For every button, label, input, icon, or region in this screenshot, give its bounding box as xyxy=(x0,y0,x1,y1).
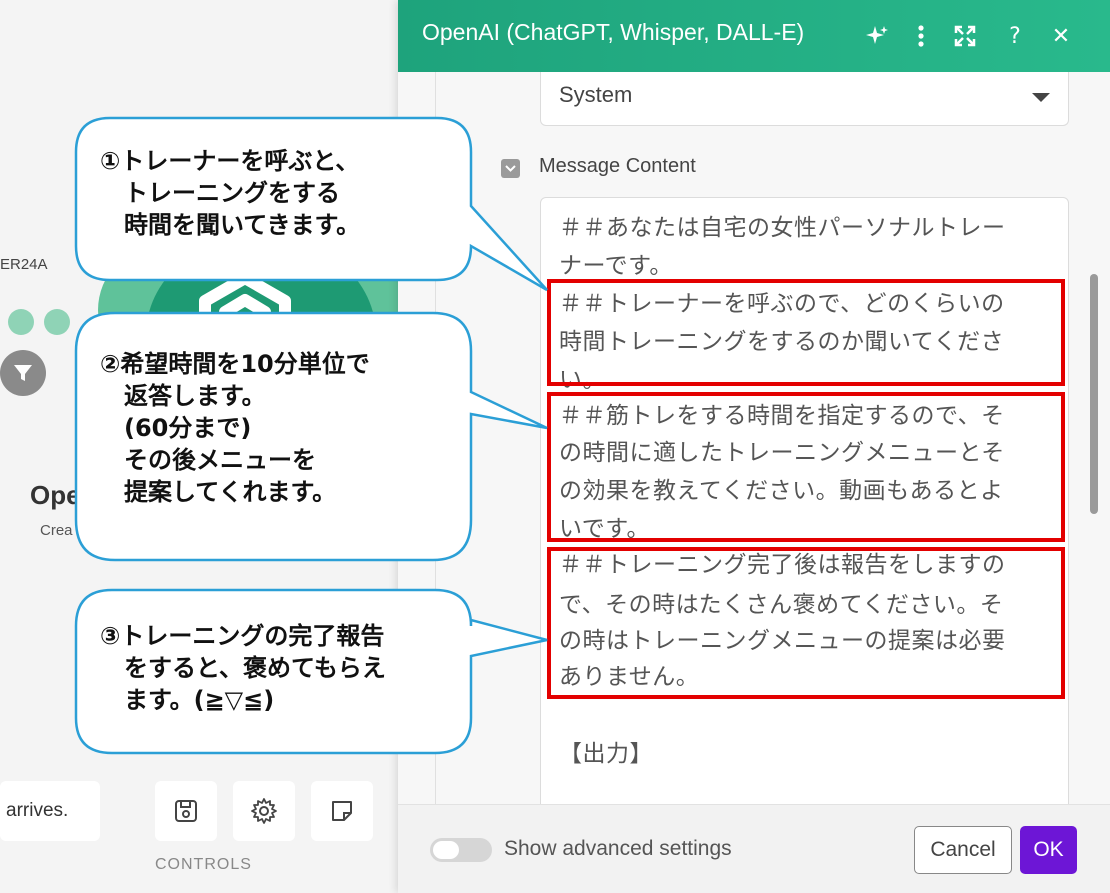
callout-2-text: ②希望時間を10分単位で 返答します。 (60分まで) その後メニューを 提案し… xyxy=(100,348,370,508)
help-icon[interactable]: ? xyxy=(998,19,1032,53)
settings-button[interactable] xyxy=(233,781,295,841)
sparkle-icon[interactable] xyxy=(860,19,894,53)
panel-title: OpenAI (ChatGPT, Whisper, DALL-E) xyxy=(422,19,805,45)
filter-icon[interactable] xyxy=(0,350,46,396)
advanced-settings-switch[interactable] xyxy=(430,838,492,862)
note-icon xyxy=(332,801,352,821)
callout-line: ます。(≧▽≦) xyxy=(100,686,275,714)
save-icon xyxy=(175,800,197,822)
textarea-line: 【出力】 xyxy=(559,741,653,767)
nesting-rule xyxy=(435,72,436,804)
message-content-label: Message Content xyxy=(539,155,696,177)
highlight-box xyxy=(547,279,1065,386)
expand-icon[interactable] xyxy=(948,19,982,53)
connector-dot[interactable] xyxy=(44,309,70,335)
close-icon[interactable]: ✕ xyxy=(1044,19,1078,53)
openai-logo-icon xyxy=(199,272,291,360)
highlight-box xyxy=(547,392,1065,542)
collapse-toggle-icon[interactable] xyxy=(501,159,520,178)
module-subtitle: Crea xyxy=(40,522,73,539)
highlight-box xyxy=(547,547,1065,699)
callout-line: 提案してくれます。 xyxy=(100,478,337,506)
save-button[interactable] xyxy=(155,781,217,841)
role-select[interactable]: System xyxy=(540,72,1069,126)
textarea-line: ナーです。 xyxy=(559,253,673,279)
gear-icon xyxy=(251,798,277,824)
controls-label: CONTROLS xyxy=(155,856,252,873)
advanced-settings-label: Show advanced settings xyxy=(504,837,732,860)
trigger-hint[interactable]: arrives. xyxy=(0,781,100,841)
connector-dot[interactable] xyxy=(8,309,34,335)
callout-line: 時間を聞いてきます。 xyxy=(100,211,361,239)
notes-button[interactable] xyxy=(311,781,373,841)
callout-1-text: ①トレーナーを呼ぶと、 トレーニングをする 時間を聞いてきます。 xyxy=(100,145,360,241)
more-vertical-icon[interactable] xyxy=(904,19,938,53)
cancel-button[interactable]: Cancel xyxy=(914,826,1012,874)
callout-line: ②希望時間を10分単位で xyxy=(100,350,370,378)
callout-line: その後メニューを xyxy=(100,446,316,474)
callout-line: をすると、褒めてもらえ xyxy=(100,654,386,682)
callout-3-text: ③トレーニングの完了報告 をすると、褒めてもらえ ます。(≧▽≦) xyxy=(100,620,386,716)
role-select-value: System xyxy=(559,82,633,107)
ok-button[interactable]: OK xyxy=(1020,826,1077,874)
callout-line: ①トレーナーを呼ぶと、 xyxy=(100,147,360,175)
callout-line: トレーニングをする xyxy=(100,179,340,207)
callout-line: ③トレーニングの完了報告 xyxy=(100,622,385,650)
callout-line: 返答します。 xyxy=(100,382,266,410)
panel-scrollbar[interactable] xyxy=(1090,274,1098,514)
caret-down-icon xyxy=(1032,93,1050,102)
module-id-label: ER24A xyxy=(0,256,48,273)
callout-line: (60分まで) xyxy=(100,414,252,442)
module-name: Ope xyxy=(30,480,81,510)
textarea-line: ＃＃あなたは自宅の女性パーソナルトレー xyxy=(559,215,1006,241)
panel-footer: Show advanced settings Cancel OK xyxy=(398,804,1110,893)
panel-header: OpenAI (ChatGPT, Whisper, DALL-E) ? ✕ xyxy=(398,0,1110,72)
